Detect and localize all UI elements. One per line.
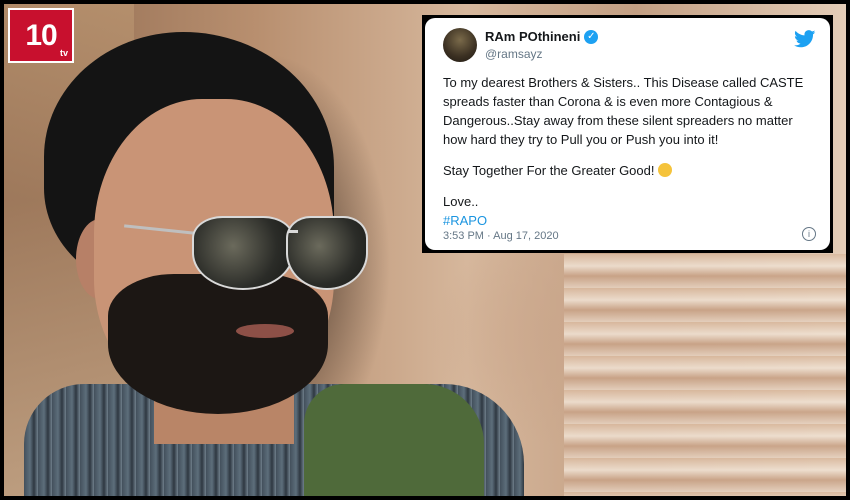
tweet-paragraph: To my dearest Brothers & Sisters.. This …: [443, 75, 804, 147]
logo-subtext: tv: [59, 48, 68, 58]
tweet-signoff-block: Love.. #RAPO: [443, 192, 816, 230]
mouth: [236, 324, 294, 338]
twitter-bird-icon[interactable]: [794, 30, 816, 48]
sunglasses-lens-right: [286, 216, 368, 290]
tweet-paragraph-2-text: Stay Together For the Greater Good!: [443, 163, 655, 178]
sunglasses-bridge: [288, 230, 298, 233]
beard: [108, 274, 328, 414]
tweet-timestamp[interactable]: 3:53 PM · Aug 17, 2020: [443, 230, 559, 242]
author-row: RAm POthineni ✓: [485, 29, 599, 44]
tweet-text: To my dearest Brothers & Sisters.. This …: [443, 73, 816, 230]
tweet-embed-frame: RAm POthineni ✓ @ramsayz To my dearest B…: [422, 15, 833, 253]
logo-text: 10: [25, 18, 57, 52]
background-blur: [564, 254, 846, 496]
channel-logo: 10 tv: [8, 8, 74, 63]
info-icon[interactable]: i: [802, 227, 816, 241]
author-name[interactable]: RAm POthineni: [485, 29, 580, 44]
clapping-hands-emoji-icon: [657, 163, 672, 177]
author-handle[interactable]: @ramsayz: [485, 47, 543, 61]
avatar[interactable]: [443, 28, 477, 62]
tweet-paragraph-2: Stay Together For the Greater Good!: [443, 161, 816, 180]
tweet-signoff: Love..: [443, 194, 479, 209]
sunglasses-lens-left: [192, 216, 294, 290]
hashtag-link[interactable]: #RAPO: [443, 213, 487, 228]
jacket: [304, 384, 484, 496]
verified-badge-icon: ✓: [584, 29, 599, 44]
tweet-card[interactable]: RAm POthineni ✓ @ramsayz To my dearest B…: [425, 18, 830, 250]
